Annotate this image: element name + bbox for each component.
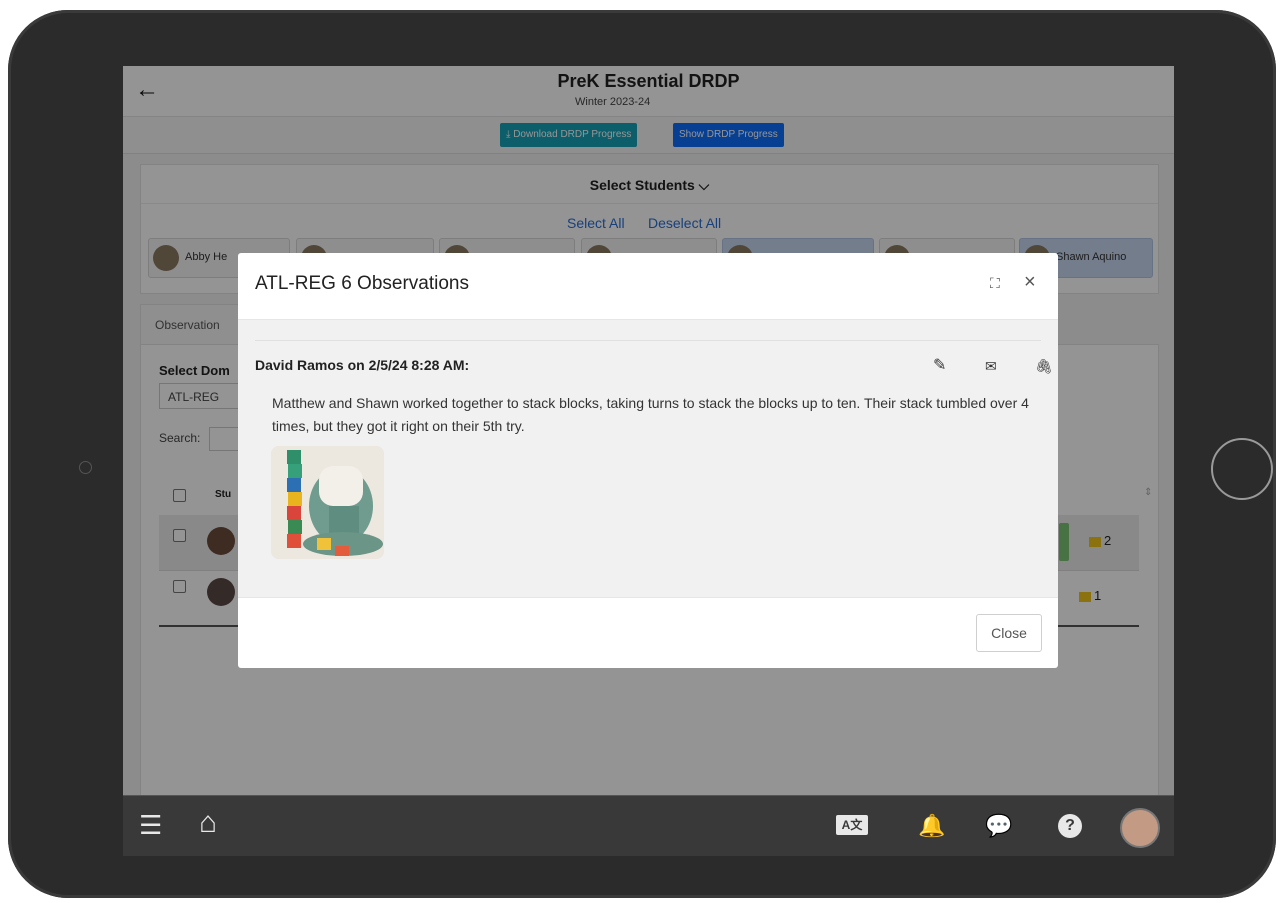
- home-button-hardware[interactable]: [1211, 438, 1273, 500]
- camera-dot: [79, 461, 92, 474]
- observations-modal: ATL-REG 6 Observations ⛶ × David Ramos o…: [238, 253, 1058, 668]
- modal-body: David Ramos on 2/5/24 8:28 AM: ✎ ✉ 🖇 Mat…: [238, 320, 1058, 597]
- expand-icon[interactable]: ⛶: [990, 275, 1000, 292]
- modal-title: ATL-REG 6 Observations: [255, 273, 470, 294]
- observation-author: David Ramos on 2/5/24 8:28 AM:: [255, 357, 470, 373]
- edit-icon[interactable]: ✎: [933, 356, 946, 376]
- help-icon[interactable]: ?: [1058, 814, 1082, 838]
- translate-icon[interactable]: A文: [836, 815, 868, 835]
- modal-footer: Close: [238, 597, 1058, 669]
- menu-icon[interactable]: ☰: [139, 810, 162, 840]
- observation-text: Matthew and Shawn worked together to sta…: [272, 395, 1029, 434]
- bell-icon[interactable]: 🔔: [918, 811, 945, 841]
- home-icon[interactable]: ⌂: [199, 808, 217, 838]
- bottom-navbar: ☰ ⌂ A文 🔔 💬 ?: [123, 795, 1174, 856]
- close-icon[interactable]: ×: [1024, 270, 1036, 294]
- close-button[interactable]: Close: [976, 614, 1042, 652]
- divider: [255, 340, 1041, 341]
- mail-icon[interactable]: ✉: [985, 356, 997, 376]
- chat-icon[interactable]: 💬: [985, 811, 1012, 841]
- observation-photo[interactable]: [271, 446, 384, 559]
- attachment-icon[interactable]: 🖇: [1035, 356, 1053, 376]
- blocks-photo-image: [271, 446, 384, 559]
- modal-header: ATL-REG 6 Observations ⛶ ×: [238, 253, 1058, 320]
- avatar[interactable]: [1120, 808, 1160, 848]
